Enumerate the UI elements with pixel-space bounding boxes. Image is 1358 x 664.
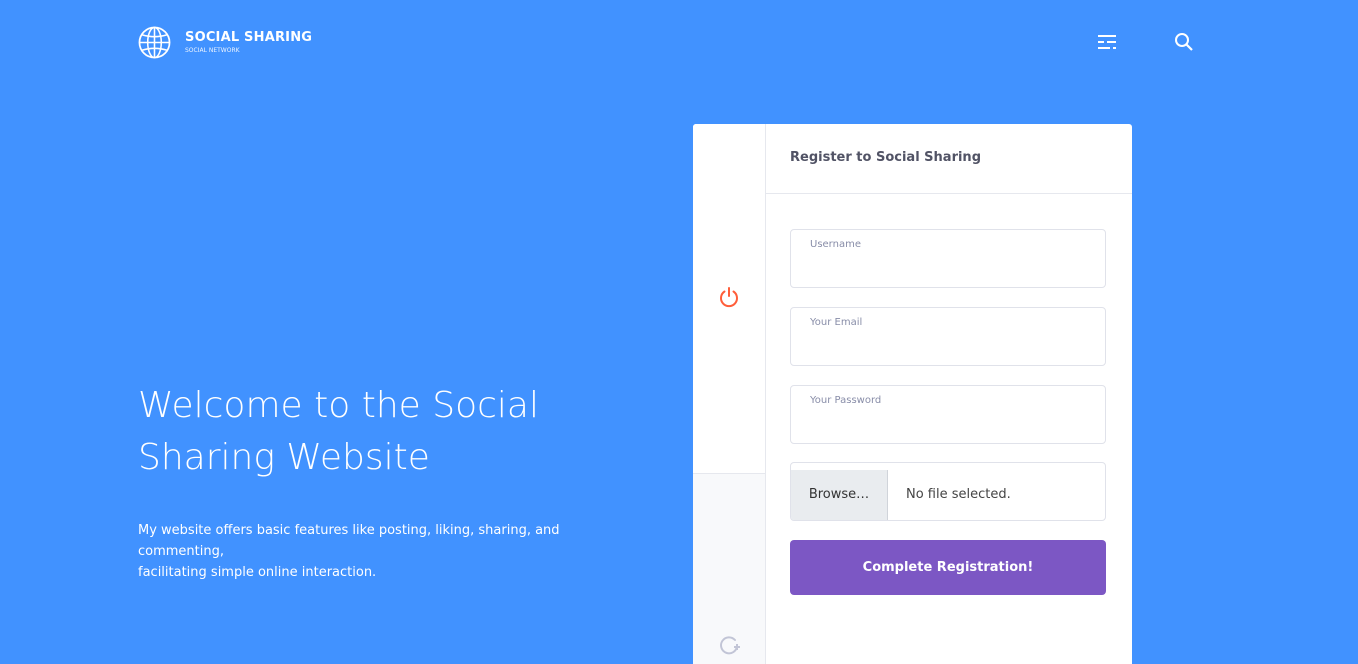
refresh-icon[interactable]	[718, 634, 740, 656]
password-label: Your Password	[810, 395, 882, 406]
complete-registration-button[interactable]: Complete Registration!	[790, 540, 1106, 595]
hero-description-line-2: facilitating simple online interaction.	[138, 565, 377, 580]
menu-icon[interactable]	[1096, 32, 1118, 52]
hero-section: Welcome to the Social Sharing Website My…	[138, 380, 638, 583]
registration-panel: Register to Social Sharing Username Your…	[693, 124, 1132, 664]
search-icon[interactable]	[1173, 32, 1195, 52]
email-input[interactable]	[810, 334, 1089, 360]
file-upload-field[interactable]: Browse… No file selected.	[790, 462, 1106, 521]
hero-title-line-2: Sharing Website	[138, 437, 430, 478]
file-status: No file selected.	[906, 487, 1011, 502]
email-label: Your Email	[810, 317, 863, 328]
hero-title: Welcome to the Social Sharing Website	[138, 380, 638, 484]
form-header: Register to Social Sharing	[766, 124, 1132, 194]
logo[interactable]: SOCIAL SHARING SOCIAL NETWORK	[138, 26, 312, 59]
globe-icon	[138, 26, 171, 59]
form-title: Register to Social Sharing	[790, 150, 981, 165]
panel-sidebar	[693, 124, 766, 664]
hero-description: My website offers basic features like po…	[138, 520, 638, 583]
username-label: Username	[810, 239, 861, 250]
sidebar-tab-register[interactable]	[693, 124, 765, 474]
power-icon[interactable]	[718, 286, 740, 308]
email-field[interactable]: Your Email	[790, 307, 1106, 366]
logo-title: SOCIAL SHARING	[185, 29, 313, 45]
username-field[interactable]: Username	[790, 229, 1106, 288]
username-input[interactable]	[810, 256, 1089, 282]
hero-title-line-1: Welcome to the Social	[138, 385, 539, 426]
password-input[interactable]	[810, 412, 1089, 438]
hero-description-line-1: My website offers basic features like po…	[138, 523, 560, 559]
logo-subtitle: SOCIAL NETWORK	[185, 46, 240, 54]
sidebar-tab-login[interactable]	[693, 474, 765, 664]
browse-button[interactable]: Browse…	[791, 470, 888, 520]
password-field[interactable]: Your Password	[790, 385, 1106, 444]
